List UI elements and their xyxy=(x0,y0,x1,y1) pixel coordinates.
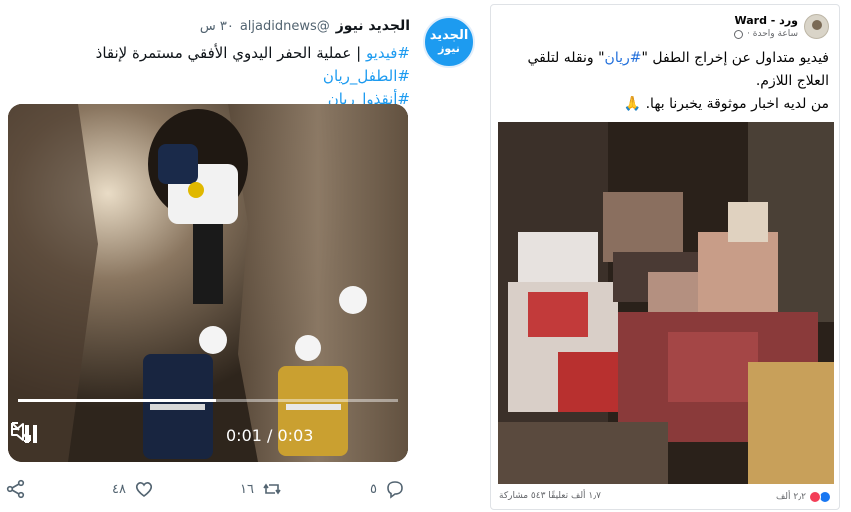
facebook-post: ورد - Ward ساعة واحدة · فيديو متداول عن … xyxy=(490,4,840,510)
tweet-handle[interactable]: @aljadidnews xyxy=(240,19,330,34)
share-button[interactable] xyxy=(6,476,26,502)
fb-avatar[interactable] xyxy=(804,14,829,39)
fb-post-meta: ساعة واحدة · xyxy=(734,29,798,39)
video-frame-image xyxy=(8,104,408,462)
retweet-icon xyxy=(263,483,281,495)
fb-footer: ٢٫٢ ألف ١٫٧ ألف تعليقًا ٥٤٣ مشاركة xyxy=(491,487,839,509)
like-button[interactable]: ٤٨ xyxy=(112,476,154,502)
tweet-header: الجديد نيوز @aljadidnews ٣٠ س xyxy=(200,16,410,36)
tweet-display-name[interactable]: الجديد نيوز xyxy=(336,18,410,34)
retweet-count: ١٦ xyxy=(240,481,254,497)
fb-text-part1: فيديو متداول عن إخراج الطفل " xyxy=(641,50,829,66)
fb-video-frame-image xyxy=(498,122,834,484)
fb-text-line3: من لديه اخبار موثوقة يخبرنا بها. 🙏 xyxy=(623,96,829,112)
video-progress-bar[interactable] xyxy=(18,399,398,402)
video-time-readout: 0:01 / 0:03 xyxy=(226,426,314,445)
fb-reactions[interactable]: ٢٫٢ ألف xyxy=(776,491,831,503)
tweet-text: #فيديو | عملية الحفر اليدوي الأفقي مستمر… xyxy=(15,42,410,111)
reply-count: ٥ xyxy=(370,481,377,497)
retweet-button[interactable]: ١٦ xyxy=(240,476,282,502)
tweet-video[interactable]: 0:01 / 0:03 xyxy=(8,104,408,462)
tweet-body: | عملية الحفر اليدوي الأفقي مستمرة لإنقا… xyxy=(95,44,366,62)
tweet-actions: ٤٨ ١٦ ٥ xyxy=(0,476,482,502)
like-count: ٤٨ xyxy=(112,481,126,497)
fb-author-name[interactable]: ورد - Ward xyxy=(734,14,798,27)
reply-button[interactable]: ٥ xyxy=(370,476,405,502)
globe-icon xyxy=(734,29,744,39)
reply-icon xyxy=(387,481,403,499)
love-reaction-icon xyxy=(809,491,821,503)
expand-icon[interactable] xyxy=(8,419,34,445)
heart-icon xyxy=(135,482,153,497)
tweet-time[interactable]: ٣٠ س xyxy=(200,19,234,34)
avatar-text-line2: نيوز xyxy=(438,42,460,55)
fb-post-text: فيديو متداول عن إخراج الطفل "#ريان" ونقل… xyxy=(499,47,829,116)
fb-reaction-count: ٢٫٢ ألف xyxy=(775,492,806,502)
fb-comment-share-stats[interactable]: ١٫٧ ألف تعليقًا ٥٤٣ مشاركة xyxy=(499,491,601,501)
tweet-card: الجديد نيوز الجديد نيوز @aljadidnews ٣٠ … xyxy=(0,0,482,512)
hashtag-child[interactable]: #الطفل_ريان xyxy=(323,67,410,85)
video-controls: 0:01 / 0:03 xyxy=(8,419,408,449)
avatar-text-line1: الجديد xyxy=(429,28,469,43)
hashtag-video[interactable]: #فيديو xyxy=(366,44,410,62)
fb-hashtag-rayan[interactable]: #ريان xyxy=(605,50,642,66)
tweet-avatar[interactable]: الجديد نيوز xyxy=(423,16,475,68)
fb-timestamp[interactable]: ساعة واحدة · xyxy=(747,29,798,39)
share-icon xyxy=(6,479,25,499)
fb-video[interactable] xyxy=(498,122,834,484)
video-progress-fill xyxy=(18,399,216,402)
